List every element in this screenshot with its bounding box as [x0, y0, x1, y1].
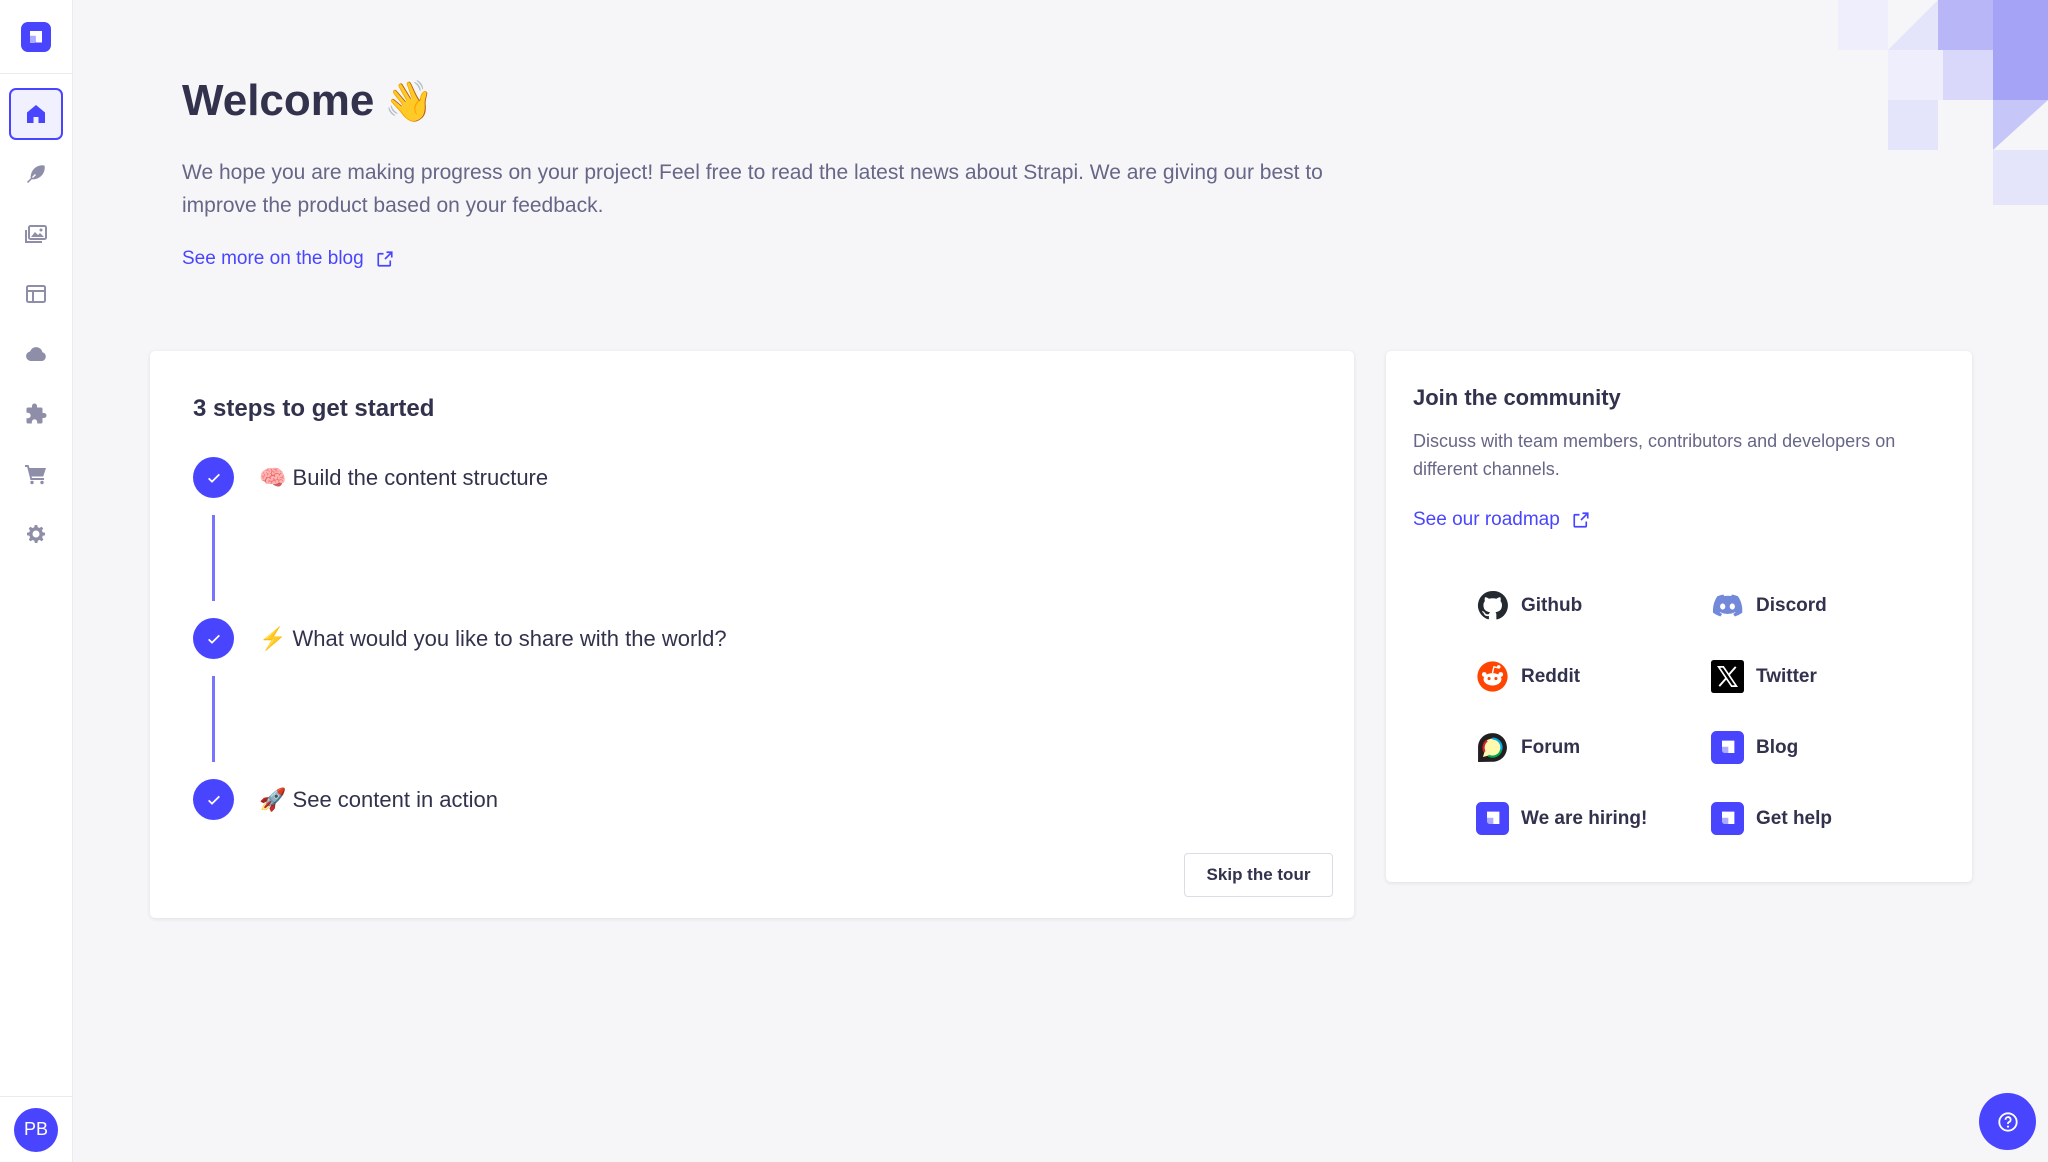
step-item: ⚡️ What would you like to share with the…: [193, 618, 727, 659]
step-check-icon: [193, 779, 234, 820]
strapi-icon: [1711, 731, 1744, 764]
community-link-label: Get help: [1756, 807, 1833, 829]
roadmap-link[interactable]: See our roadmap: [1413, 509, 1590, 531]
x-twitter-icon: [1711, 660, 1744, 693]
strapi-icon: [1476, 802, 1509, 835]
community-link-label: Github: [1521, 594, 1583, 616]
step-label: 🧠 Build the content structure: [259, 464, 549, 490]
step-check-icon: [193, 457, 234, 498]
intro-text: We hope you are making progress on your …: [182, 161, 1323, 217]
community-link-forum[interactable]: Forum: [1476, 731, 1711, 764]
page-title: Welcome 👋: [182, 76, 434, 126]
cloud-icon: [26, 347, 46, 361]
step-item: 🚀 See content in action: [193, 779, 498, 820]
step-connector: [212, 515, 215, 601]
community-link-reddit[interactable]: Reddit: [1476, 660, 1711, 693]
images-icon: [25, 225, 47, 243]
steps-title: 3 steps to get started: [193, 395, 435, 422]
decorative-pattern: [1838, 0, 2048, 205]
question-circle-icon: [1997, 1111, 2018, 1132]
community-link-get-help[interactable]: Get help: [1711, 802, 1946, 835]
community-title: Join the community: [1413, 385, 1621, 410]
home-icon: [27, 105, 45, 123]
community-link-blog[interactable]: Blog: [1711, 731, 1946, 764]
community-link-label: Twitter: [1756, 665, 1817, 687]
page-title-text: Welcome: [182, 76, 375, 125]
external-link-icon: [1573, 512, 1589, 528]
help-button[interactable]: [1979, 1093, 2036, 1150]
github-icon: [1477, 591, 1508, 620]
blog-link-label: See more on the blog: [182, 248, 364, 269]
step-connector: [212, 676, 215, 762]
strapi-icon: [1711, 802, 1744, 835]
nav-item-media-library[interactable]: [9, 208, 63, 260]
discord-icon: [1712, 594, 1743, 617]
cart-icon: [25, 465, 46, 485]
forum-icon: [1478, 733, 1507, 762]
community-link-label: Reddit: [1521, 665, 1581, 687]
sidebar-footer: PB: [0, 1096, 72, 1162]
user-avatar[interactable]: PB: [14, 1107, 58, 1152]
blog-link[interactable]: See more on the blog: [182, 248, 394, 270]
nav-item-marketplace[interactable]: [9, 448, 63, 500]
nav-item-content-manager[interactable]: [9, 148, 63, 200]
nav-item-deploy[interactable]: [9, 328, 63, 380]
main-nav: [0, 74, 72, 560]
community-link-twitter[interactable]: Twitter: [1711, 660, 1946, 693]
community-link-label: Forum: [1521, 736, 1581, 758]
step-check-icon: [193, 618, 234, 659]
reddit-icon: [1477, 661, 1508, 692]
community-link-discord[interactable]: Discord: [1711, 589, 1946, 622]
puzzle-icon: [26, 403, 47, 424]
community-link-label: Discord: [1756, 594, 1827, 616]
step-label: ⚡️ What would you like to share with the…: [259, 625, 727, 651]
gear-icon: [27, 525, 45, 543]
community-link-label: We are hiring!: [1521, 807, 1648, 829]
community-links: Github Discord Reddit Twitter Forum Blog…: [1476, 589, 1946, 835]
nav-item-settings[interactable]: [9, 508, 63, 560]
step-item: 🧠 Build the content structure: [193, 457, 548, 498]
waving-hand-emoji: 👋: [384, 79, 435, 124]
nav-item-home[interactable]: [9, 88, 63, 140]
external-link-icon: [377, 251, 393, 267]
strapi-logo[interactable]: [21, 21, 51, 52]
community-card: Join the community Discuss with team mem…: [1386, 351, 1972, 882]
logo-container: [0, 0, 72, 74]
community-description: Discuss with team members, contributors …: [1413, 431, 1896, 479]
community-link-hiring[interactable]: We are hiring!: [1476, 802, 1711, 835]
nav-item-content-type-builder[interactable]: [9, 268, 63, 320]
layout-icon: [26, 285, 46, 303]
main-sidebar: PB: [0, 0, 73, 1162]
nav-item-plugins[interactable]: [9, 388, 63, 440]
step-label: 🚀 See content in action: [259, 786, 499, 812]
feather-icon: [27, 165, 45, 183]
skip-tour-button[interactable]: Skip the tour: [1184, 853, 1333, 897]
roadmap-link-label: See our roadmap: [1413, 509, 1560, 530]
community-link-github[interactable]: Github: [1476, 589, 1711, 622]
getting-started-card: 3 steps to get started 🧠 Build the conte…: [150, 351, 1354, 918]
community-link-label: Blog: [1756, 736, 1799, 758]
